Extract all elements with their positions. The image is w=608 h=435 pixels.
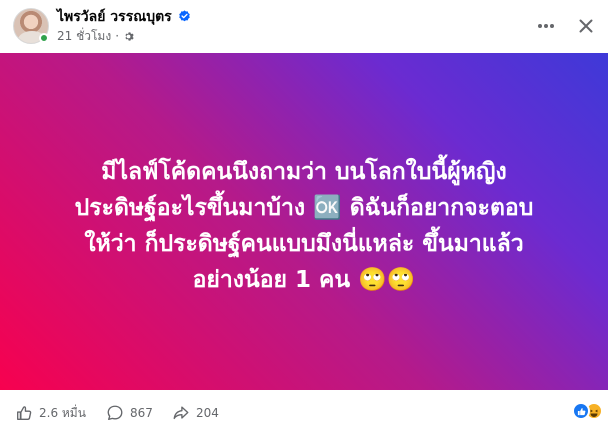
comment-button[interactable]: 867 [106,404,153,422]
post-text-line: มีไลฟ์โค้ดคนนึงถามว่า บนโลกใบนี้ผู้หญิง [101,158,507,185]
post-text-line: อย่างน้อย 1 คน 🙄🙄 [192,266,416,293]
meta-separator: · [115,29,120,43]
more-options-button[interactable] [532,12,560,40]
gear-icon[interactable] [123,31,134,42]
comment-count: 867 [130,406,153,420]
like-count: 2.6 หมื่น [39,405,86,420]
post-text-line: ให้ว่า ก็ประดิษฐ์คนแบบมึงนี่แหล่ะ ขึ้นมา… [84,230,524,257]
author-name[interactable]: ไพรวัลย์ วรรณบุตร [57,8,172,26]
like-icon [572,402,590,420]
text-post-card: มีไลฟ์โค้ดคนนึงถามว่า บนโลกใบนี้ผู้หญิง … [0,53,608,390]
close-post-button[interactable] [572,12,600,40]
share-icon [173,406,189,420]
share-count: 204 [196,406,219,420]
online-status-indicator [39,33,49,43]
more-horizontal-icon [538,24,554,28]
post-timestamp[interactable]: 21 ชั่วโมง [57,28,111,44]
post-meta: 21 ชั่วโมง · [57,28,134,44]
verified-badge-icon [179,10,190,22]
close-icon [579,19,593,33]
share-button[interactable]: 204 [172,404,219,422]
thumbs-up-icon [17,406,32,420]
post-action-bar: 2.6 หมื่น 867 204 [0,392,608,435]
comment-icon [107,405,123,420]
post-header: ไพรวัลย์ วรรณบุตร 21 ชั่วโมง · [0,0,608,52]
post-text: มีไลฟ์โค้ดคนนึงถามว่า บนโลกใบนี้ผู้หญิง … [44,154,564,298]
post-text-line: ประดิษฐ์อะไรขึ้นมาบ้าง 🆗️ ดิฉันก็อยากจะต… [74,194,534,221]
reaction-summary[interactable] [572,402,606,422]
like-button[interactable]: 2.6 หมื่น [15,404,86,422]
